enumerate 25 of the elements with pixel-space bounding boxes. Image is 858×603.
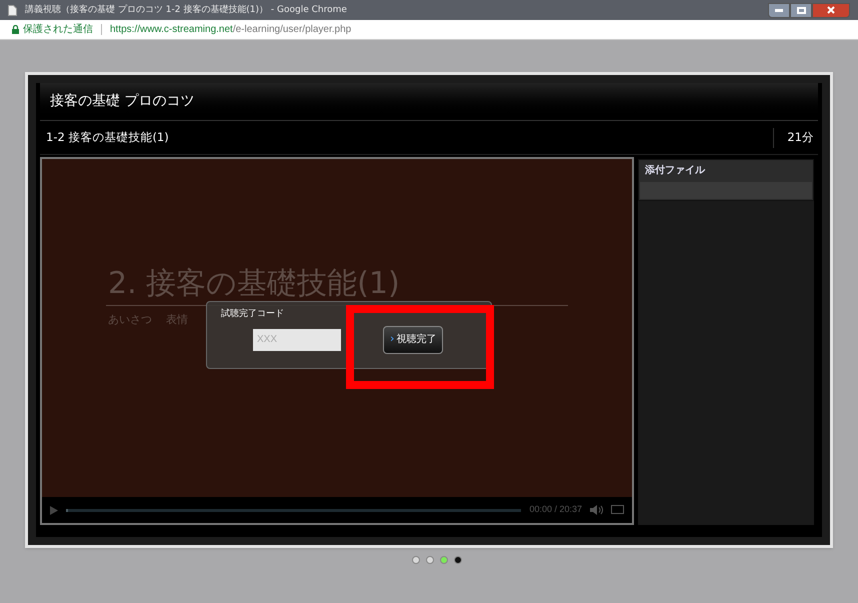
slide-title: 2. 接客の基礎技能(1) [108, 269, 401, 299]
url-text: https://www.c-streaming.net/e-learning/user/player.php [110, 23, 352, 37]
screen-icon[interactable] [611, 505, 624, 515]
course-title: 接客の基礎 プロのコツ [50, 92, 194, 111]
lesson-duration: 21分 [786, 128, 815, 146]
maximize-icon [796, 6, 806, 14]
slide-topic: あいさつ [108, 312, 152, 328]
minimize-button[interactable] [768, 2, 790, 18]
close-icon [827, 6, 835, 14]
code-label: 試聴完了コード [221, 308, 285, 321]
address-bar[interactable]: 保護された通信 https://www.c-streaming.net/e-learning/user/player.php [0, 20, 858, 40]
close-button[interactable] [812, 2, 850, 18]
lock-icon [12, 25, 19, 34]
page-icon [8, 4, 17, 16]
minimize-icon [775, 8, 783, 12]
lesson-title: 1-2 接客の基礎技能(1) [46, 128, 169, 146]
time-display: 00:00 / 20:37 [529, 503, 582, 516]
slide-topic: 表情 [166, 312, 188, 328]
security-label: 保護された通信 [23, 22, 93, 37]
window-title: 講義視聴（接客の基礎 プロのコツ 1-2 接客の基礎技能(1)） - Google Chrome [25, 6, 347, 14]
attachments-title: 添付ファイル [644, 164, 706, 178]
complete-button[interactable]: › 視聴完了 [383, 326, 444, 354]
maximize-button[interactable] [790, 2, 812, 18]
play-icon[interactable] [50, 506, 58, 514]
volume-icon[interactable] [590, 505, 603, 515]
